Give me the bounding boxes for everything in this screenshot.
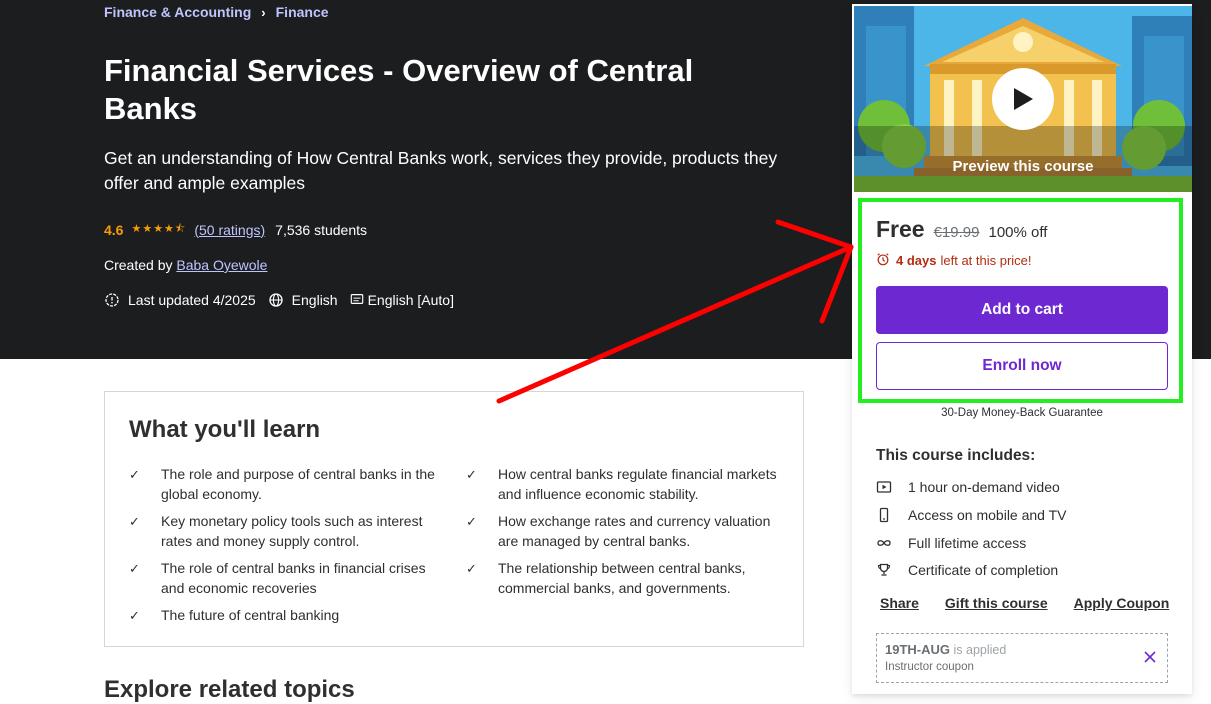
learn-item: ✓ How exchange rates and currency valuat… bbox=[466, 512, 788, 551]
learn-item-text: The relationship between central banks, … bbox=[498, 560, 746, 596]
breadcrumb-item-finance-accounting[interactable]: Finance & Accounting bbox=[104, 4, 251, 20]
includes-item-label: 1 hour on-demand video bbox=[908, 479, 1060, 495]
chevron-right-icon: › bbox=[261, 4, 266, 20]
checkmark-icon: ✓ bbox=[129, 467, 140, 482]
instructor-link[interactable]: Baba Oyewole bbox=[176, 257, 267, 273]
learn-item-text: The role and purpose of central banks in… bbox=[161, 466, 435, 502]
course-meta-row: Last updated 4/2025 English English [Aut… bbox=[104, 292, 466, 308]
captions-icon bbox=[350, 292, 366, 308]
coupon-type: Instructor coupon bbox=[885, 661, 974, 673]
last-updated: Last updated 4/2025 bbox=[104, 292, 256, 308]
video-icon bbox=[876, 479, 892, 495]
course-title: Financial Services - Overview of Central… bbox=[104, 53, 694, 126]
language: English bbox=[268, 292, 338, 308]
play-icon bbox=[1014, 88, 1033, 110]
includes-item-label: Access on mobile and TV bbox=[908, 507, 1067, 523]
learn-item: ✓ The role and purpose of central banks … bbox=[129, 465, 441, 504]
last-updated-text: Last updated 4/2025 bbox=[128, 292, 256, 308]
checkmark-icon: ✓ bbox=[129, 608, 140, 623]
applied-coupon: 19TH-AUG is applied Instructor coupon bbox=[876, 633, 1168, 683]
coupon-status: is applied bbox=[953, 643, 1007, 657]
checkmark-icon: ✓ bbox=[129, 561, 140, 576]
sidebar-links: Share Gift this course Apply Coupon bbox=[880, 595, 1169, 611]
includes-item-label: Certificate of completion bbox=[908, 562, 1059, 578]
checkmark-icon: ✓ bbox=[129, 514, 140, 529]
coupon-status-line: 19TH-AUG is applied bbox=[885, 642, 1006, 657]
gift-course-link[interactable]: Gift this course bbox=[945, 595, 1048, 611]
learn-item: ✓ The future of central banking bbox=[129, 606, 441, 626]
includes-heading: This course includes: bbox=[876, 447, 1036, 464]
play-button[interactable] bbox=[992, 68, 1054, 130]
includes-item-label: Full lifetime access bbox=[908, 535, 1027, 551]
close-icon[interactable] bbox=[1143, 650, 1157, 664]
highlight-annotation bbox=[858, 198, 1183, 403]
share-link[interactable]: Share bbox=[880, 595, 919, 611]
created-by-label: Created by bbox=[104, 257, 173, 273]
what-youll-learn-box: What you'll learn ✓ The role and purpose… bbox=[104, 391, 804, 647]
learn-item-text: Key monetary policy tools such as intere… bbox=[161, 513, 423, 549]
learn-item: ✓ The role of central banks in financial… bbox=[129, 559, 441, 598]
checkmark-icon: ✓ bbox=[466, 467, 477, 482]
checkmark-icon: ✓ bbox=[466, 514, 477, 529]
includes-item: Full lifetime access bbox=[876, 535, 1026, 551]
learn-item-text: The role of central banks in financial c… bbox=[161, 560, 426, 596]
rating-row: 4.6 ★★★★⯪ (50 ratings) 7,536 students bbox=[104, 220, 367, 239]
includes-item: Certificate of completion bbox=[876, 562, 1058, 578]
learn-item: ✓ How central banks regulate financial m… bbox=[466, 465, 788, 504]
course-subtitle: Get an understanding of How Central Bank… bbox=[104, 148, 778, 193]
checkmark-icon: ✓ bbox=[466, 561, 477, 576]
preview-label: Preview this course bbox=[952, 158, 1094, 175]
learn-item-text: How central banks regulate financial mar… bbox=[498, 466, 777, 502]
captions-text: English [Auto] bbox=[367, 292, 454, 308]
learn-item-text: The future of central banking bbox=[161, 607, 340, 623]
language-text: English bbox=[291, 292, 338, 308]
alert-badge-icon bbox=[104, 292, 120, 308]
star-rating-icon: ★★★★⯪ bbox=[131, 223, 187, 235]
coupon-code: 19TH-AUG bbox=[885, 642, 951, 657]
course-preview[interactable]: Preview this course bbox=[854, 6, 1192, 192]
mobile-icon bbox=[876, 507, 892, 523]
learn-item: ✓ Key monetary policy tools such as inte… bbox=[129, 512, 441, 551]
globe-icon bbox=[268, 292, 284, 308]
includes-item: Access on mobile and TV bbox=[876, 507, 1067, 523]
related-topics-heading: Explore related topics bbox=[104, 676, 355, 703]
breadcrumb: Finance & Accounting › Finance bbox=[104, 4, 329, 20]
learn-item-text: How exchange rates and currency valuatio… bbox=[498, 513, 771, 549]
breadcrumb-item-finance[interactable]: Finance bbox=[276, 4, 329, 20]
infinity-icon bbox=[876, 535, 892, 551]
includes-item: 1 hour on-demand video bbox=[876, 479, 1060, 495]
learn-item: ✓ The relationship between central banks… bbox=[466, 559, 788, 598]
rating-value: 4.6 bbox=[104, 221, 124, 238]
created-by-row: Created by Baba Oyewole bbox=[104, 257, 267, 273]
students-count: 7,536 students bbox=[275, 221, 368, 238]
learn-heading: What you'll learn bbox=[129, 416, 321, 443]
money-back-guarantee: 30-Day Money-Back Guarantee bbox=[941, 407, 1103, 419]
apply-coupon-link[interactable]: Apply Coupon bbox=[1074, 595, 1170, 611]
trophy-icon bbox=[876, 562, 892, 578]
captions: English [Auto] bbox=[350, 292, 454, 308]
ratings-count-link[interactable]: (50 ratings) bbox=[194, 222, 265, 238]
